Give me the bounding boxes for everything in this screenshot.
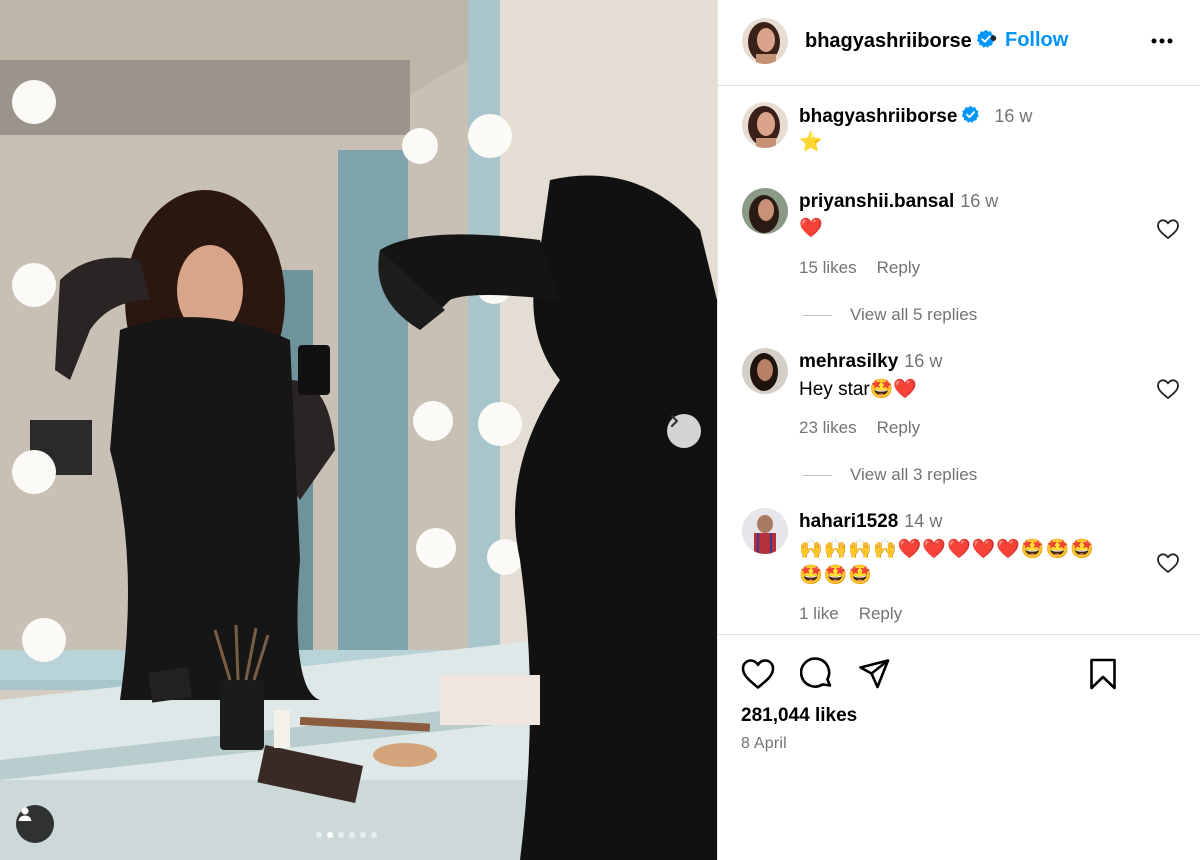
replies-divider: [802, 475, 832, 477]
caption-text: ⭐: [799, 132, 823, 153]
verified-badge-icon: [962, 105, 980, 123]
post-like-count[interactable]: 281,044 likes: [741, 705, 857, 727]
view-replies-label[interactable]: View all 3 replies: [850, 465, 977, 484]
comment-meta: 1 like Reply: [799, 604, 922, 624]
carousel-dot-active: [327, 832, 333, 838]
post-header: bhagyashriiborse • Follow: [718, 0, 1200, 86]
carousel-dot: [316, 832, 322, 838]
heart-icon[interactable]: [740, 657, 776, 691]
bookmark-icon[interactable]: [1088, 657, 1118, 691]
post-date[interactable]: 8 April: [741, 735, 787, 753]
comment-time: 16 w: [960, 191, 999, 211]
replies-divider: [802, 315, 832, 317]
comment-reply-button[interactable]: Reply: [877, 418, 920, 437]
comment-text: Hey star🤩❤️: [799, 379, 918, 400]
caption-time: 16 w: [994, 106, 1033, 126]
post-actions: [718, 634, 1200, 860]
comment-reply-button[interactable]: Reply: [877, 258, 920, 277]
comment-like-icon[interactable]: [1156, 552, 1180, 574]
post-side-panel: bhagyashriiborse • Follow bhagyashriibor…: [717, 0, 1200, 860]
send-icon[interactable]: [857, 657, 891, 691]
commenter-avatar[interactable]: [742, 348, 788, 394]
comment-meta: 15 likes Reply: [799, 258, 940, 278]
post-photo[interactable]: [0, 0, 717, 860]
comment-username-text[interactable]: priyanshii.bansal: [799, 191, 954, 212]
chevron-right-icon: [670, 414, 679, 428]
author-username[interactable]: bhagyashriiborse: [805, 29, 996, 53]
author-avatar[interactable]: [742, 18, 788, 64]
view-replies-label[interactable]: View all 5 replies: [850, 305, 977, 324]
view-replies-button[interactable]: View all 3 replies: [802, 465, 977, 485]
follow-button[interactable]: Follow: [1005, 29, 1068, 52]
comment-username[interactable]: hahari1528 14 w: [799, 511, 942, 533]
view-replies-button[interactable]: View all 5 replies: [802, 305, 977, 325]
comment-likes[interactable]: 23 likes: [799, 418, 857, 437]
comment-time: 16 w: [904, 351, 943, 371]
comment-meta: 23 likes Reply: [799, 418, 940, 438]
comment-username[interactable]: mehrasilky 16 w: [799, 351, 942, 373]
comment-username-text[interactable]: mehrasilky: [799, 351, 898, 372]
comment-text: ❤️: [799, 218, 823, 239]
comment-like-icon[interactable]: [1156, 218, 1180, 240]
carousel-dot: [371, 832, 377, 838]
photo-illustration: [0, 0, 717, 860]
carousel-dot: [338, 832, 344, 838]
user-tag-icon: [18, 807, 32, 821]
caption-username[interactable]: bhagyashriiborse 16 w: [799, 105, 1032, 128]
commenter-avatar[interactable]: [742, 508, 788, 554]
author-username-text[interactable]: bhagyashriiborse: [805, 30, 972, 52]
comment-like-icon[interactable]: [1156, 378, 1180, 400]
comment-username-text[interactable]: hahari1528: [799, 511, 898, 532]
comment-likes[interactable]: 1 like: [799, 604, 839, 623]
carousel-indicator: [316, 832, 377, 838]
comment-time: 14 w: [904, 511, 943, 531]
comment-username[interactable]: priyanshii.bansal 16 w: [799, 191, 998, 213]
carousel-dot: [349, 832, 355, 838]
comment-likes[interactable]: 15 likes: [799, 258, 857, 277]
next-photo-button[interactable]: [667, 414, 701, 448]
comment-text-continued: 🤩🤩🤩: [799, 565, 873, 586]
tagged-users-button[interactable]: [16, 805, 54, 843]
caption-username-text[interactable]: bhagyashriiborse: [799, 106, 957, 127]
comment-reply-button[interactable]: Reply: [859, 604, 902, 623]
caption-avatar[interactable]: [742, 102, 788, 148]
carousel-dot: [360, 832, 366, 838]
comment-text: 🙌🙌🙌🙌❤️❤️❤️❤️❤️🤩🤩🤩: [799, 539, 1095, 560]
header-separator: •: [990, 28, 998, 50]
commenter-avatar[interactable]: [742, 188, 788, 234]
more-options-icon[interactable]: [1150, 36, 1174, 46]
comment-icon[interactable]: [800, 657, 834, 691]
